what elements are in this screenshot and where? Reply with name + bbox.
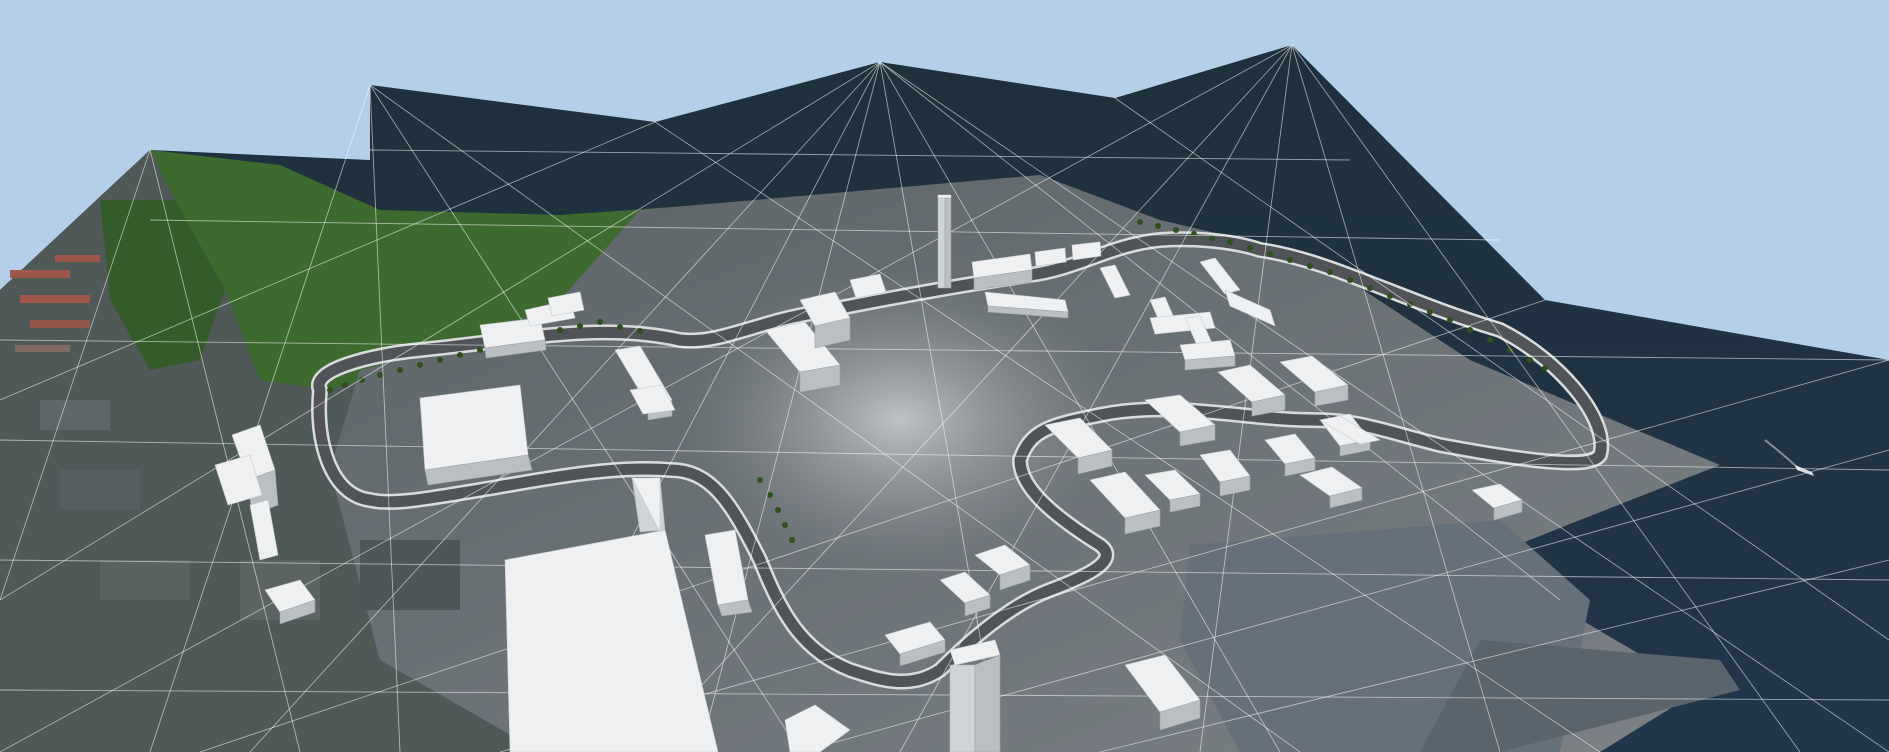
terrain-scene[interactable]: [0, 0, 1889, 752]
3d-map-viewport[interactable]: [0, 0, 1889, 752]
building-tower: [937, 194, 952, 289]
building-exhibition-hall: [419, 384, 533, 486]
building-tower-south: [949, 639, 1001, 752]
